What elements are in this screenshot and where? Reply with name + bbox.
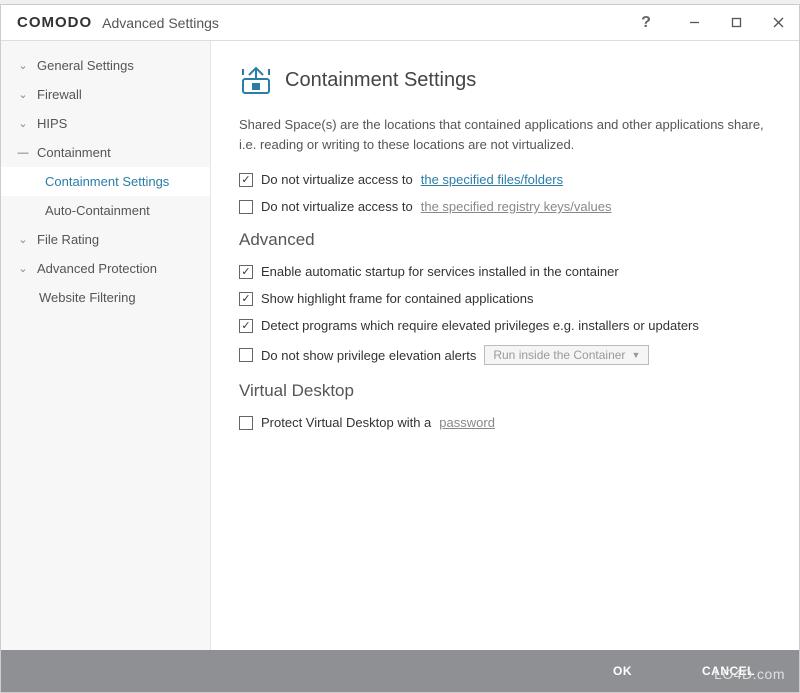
- checkbox-detect-elevated[interactable]: [239, 319, 253, 333]
- body: ⌄ General Settings ⌄ Firewall ⌄ HIPS Con…: [1, 41, 799, 650]
- sidebar-item-label: General Settings: [37, 58, 134, 73]
- minimize-icon: [689, 17, 700, 28]
- link-specified-registry-keys[interactable]: the specified registry keys/values: [421, 199, 612, 214]
- row-protect-vd: Protect Virtual Desktop with a password: [239, 415, 771, 430]
- close-icon: [773, 17, 784, 28]
- maximize-button[interactable]: [715, 5, 757, 41]
- chevron-down-icon: ⌄: [15, 117, 31, 130]
- checkbox-enable-startup[interactable]: [239, 265, 253, 279]
- row-highlight-frame: Show highlight frame for contained appli…: [239, 291, 771, 306]
- sidebar-item-advanced-protection[interactable]: ⌄ Advanced Protection: [1, 254, 210, 283]
- chevron-down-icon: ⌄: [15, 88, 31, 101]
- cancel-button[interactable]: CANCEL: [682, 658, 775, 684]
- containment-icon: [239, 63, 273, 97]
- chevron-down-icon: ▼: [631, 350, 640, 360]
- button-bar: OK CANCEL: [1, 650, 799, 692]
- sidebar-item-containment[interactable]: Containment: [1, 138, 210, 167]
- close-button[interactable]: [757, 5, 799, 41]
- row-no-virtualize-files: Do not virtualize access to the specifie…: [239, 172, 771, 187]
- dropdown-value: Run inside the Container: [493, 348, 625, 362]
- sidebar-item-label: Containment Settings: [45, 174, 169, 189]
- sidebar-item-general-settings[interactable]: ⌄ General Settings: [1, 51, 210, 80]
- sidebar-item-firewall[interactable]: ⌄ Firewall: [1, 80, 210, 109]
- window-title: Advanced Settings: [102, 15, 219, 31]
- chevron-down-icon: ⌄: [15, 262, 31, 275]
- checkbox-label: Detect programs which require elevated p…: [261, 318, 699, 333]
- sidebar-item-label: File Rating: [37, 232, 99, 247]
- row-detect-elevated: Detect programs which require elevated p…: [239, 318, 771, 333]
- sidebar-item-label: Containment: [37, 145, 111, 160]
- checkbox-label: Protect Virtual Desktop with a: [261, 415, 431, 430]
- collapse-icon: [15, 147, 31, 159]
- maximize-icon: [731, 17, 742, 28]
- chevron-down-icon: ⌄: [15, 59, 31, 72]
- row-privilege-alerts: Do not show privilege elevation alerts R…: [239, 345, 771, 365]
- sidebar-subitem-containment-settings[interactable]: Containment Settings: [1, 167, 210, 196]
- checkbox-no-virtualize-files[interactable]: [239, 173, 253, 187]
- checkbox-label: Do not virtualize access to: [261, 199, 413, 214]
- help-button[interactable]: ?: [625, 5, 667, 41]
- page-heading: Containment Settings: [239, 63, 771, 97]
- link-password[interactable]: password: [439, 415, 495, 430]
- checkbox-privilege-alerts[interactable]: [239, 348, 253, 362]
- ok-button[interactable]: OK: [593, 658, 652, 684]
- sidebar-item-hips[interactable]: ⌄ HIPS: [1, 109, 210, 138]
- sidebar-item-file-rating[interactable]: ⌄ File Rating: [1, 225, 210, 254]
- sidebar: ⌄ General Settings ⌄ Firewall ⌄ HIPS Con…: [1, 41, 211, 650]
- sidebar-item-label: Auto-Containment: [45, 203, 150, 218]
- sidebar-item-label: Advanced Protection: [37, 261, 157, 276]
- chevron-down-icon: ⌄: [15, 233, 31, 246]
- dropdown-privilege-action[interactable]: Run inside the Container ▼: [484, 345, 649, 365]
- section-heading-advanced: Advanced: [239, 230, 771, 250]
- row-enable-startup: Enable automatic startup for services in…: [239, 264, 771, 279]
- sidebar-item-label: Website Filtering: [39, 290, 136, 305]
- app-logo: COMODO: [17, 14, 92, 31]
- content: Containment Settings Shared Space(s) are…: [211, 41, 799, 650]
- minimize-button[interactable]: [673, 5, 715, 41]
- page-title: Containment Settings: [285, 69, 476, 92]
- checkbox-label: Do not virtualize access to: [261, 172, 413, 187]
- window: COMODO Advanced Settings ? ⌄ General Set…: [0, 4, 800, 693]
- sidebar-item-website-filtering[interactable]: Website Filtering: [1, 283, 210, 312]
- link-specified-files-folders[interactable]: the specified files/folders: [421, 172, 563, 187]
- checkbox-protect-vd[interactable]: [239, 416, 253, 430]
- checkbox-highlight-frame[interactable]: [239, 292, 253, 306]
- row-no-virtualize-registry: Do not virtualize access to the specifie…: [239, 199, 771, 214]
- sidebar-item-label: Firewall: [37, 87, 82, 102]
- checkbox-label: Show highlight frame for contained appli…: [261, 291, 533, 306]
- sidebar-subitem-auto-containment[interactable]: Auto-Containment: [1, 196, 210, 225]
- sidebar-item-label: HIPS: [37, 116, 67, 131]
- checkbox-label: Do not show privilege elevation alerts: [261, 348, 476, 363]
- checkbox-label: Enable automatic startup for services in…: [261, 264, 619, 279]
- titlebar: COMODO Advanced Settings ?: [1, 5, 799, 41]
- section-heading-virtual-desktop: Virtual Desktop: [239, 381, 771, 401]
- page-description: Shared Space(s) are the locations that c…: [239, 115, 771, 154]
- checkbox-no-virtualize-registry[interactable]: [239, 200, 253, 214]
